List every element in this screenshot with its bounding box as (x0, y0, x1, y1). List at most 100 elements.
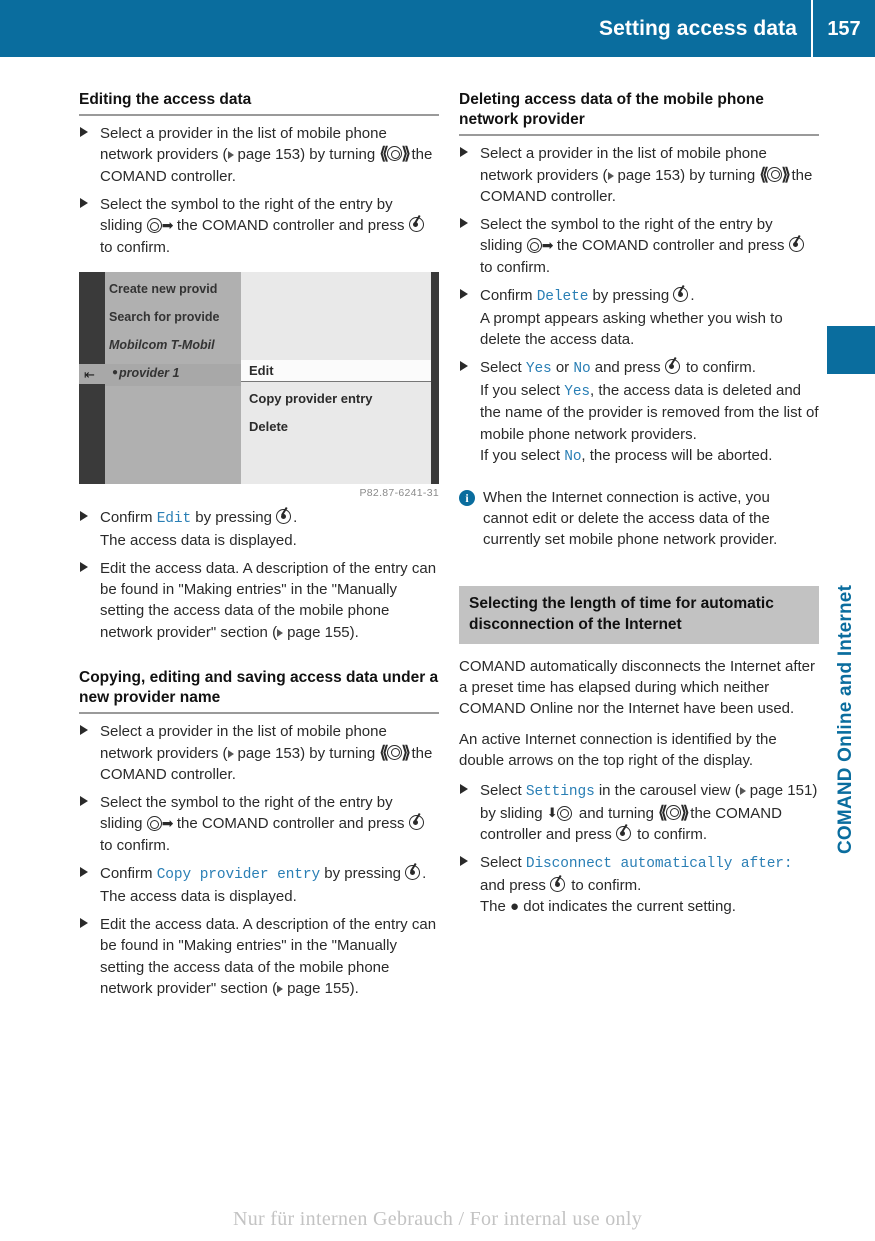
bullet-triangle-icon (460, 289, 468, 300)
page-reference[interactable]: page 155 (287, 980, 350, 997)
list-item: Select a provider in the list of mobile … (79, 123, 439, 187)
heading-editing-access-data: Editing the access data (79, 91, 252, 108)
screenshot-right-bar (431, 271, 439, 484)
page-header: Setting access data 157 (0, 0, 875, 57)
turn-controller-icon: ⟪ ⟫ (658, 802, 690, 822)
list-item: Confirm Copy provider entry by pressing … (79, 862, 439, 907)
heading-auto-disconnect: Selecting the length of time for automat… (459, 586, 819, 644)
bullet-text-post: to confirm. (480, 258, 551, 276)
bullet-triangle-icon (460, 361, 468, 372)
screenshot-list-item-selected: provider 1 (119, 365, 180, 380)
press-controller-icon (664, 357, 682, 375)
bullet-text-post: to confirm. (632, 826, 708, 844)
bullet-text-mid: ) by turning (300, 146, 380, 164)
bullet-text-mid: the COMAND controller and press (172, 815, 409, 833)
bullet-text-mid: the COMAND controller and press (172, 217, 409, 235)
ui-token-copy-provider-entry[interactable]: Copy provider entry (157, 867, 321, 883)
bullet-text-mid: ) by turning (300, 744, 380, 762)
bullet-triangle-icon (80, 198, 88, 209)
list-item: Confirm Delete by pressing . A prompt ap… (459, 285, 819, 350)
back-arrow-icon: ⇤ (84, 366, 95, 382)
subtext-pre: If you select (480, 381, 565, 399)
bullet-text-pre: Confirm (100, 865, 157, 883)
bullet-text-post: to confirm. (567, 876, 642, 894)
subtext-pre: If you select (480, 446, 565, 464)
footer-watermark: Nur für internen Gebrauch / For internal… (232, 1208, 643, 1230)
ui-token-settings[interactable]: Settings (526, 784, 595, 800)
list-item: Edit the access data. A description of t… (79, 558, 439, 643)
bullet-text-mid: the COMAND controller and press (552, 237, 789, 255)
comand-screenshot-figure: ⇤ Create new provid Search for provide M… (79, 271, 439, 499)
page-reference[interactable]: page 155 (287, 624, 350, 641)
press-controller-icon (788, 235, 806, 253)
heading-rule (79, 114, 439, 117)
turn-controller-icon: ⟪ ⟫ (379, 742, 411, 762)
list-item: Select Disconnect automatically after: a… (459, 852, 819, 917)
bullet-text-pre: Confirm (100, 508, 157, 526)
bullet-subtext-no: If you select No, the process will be ab… (480, 445, 819, 468)
turn-controller-icon: ⟪ ⟫ (379, 144, 411, 164)
ui-token-no[interactable]: No (573, 361, 590, 377)
slide-right-controller-icon: ➡ (146, 815, 173, 832)
heading-rule (459, 134, 819, 137)
ui-token-yes[interactable]: Yes (564, 384, 590, 400)
bullet-subtext: A prompt appears asking whether you wish… (480, 309, 783, 348)
paragraph: An active Internet connection is identif… (459, 730, 777, 769)
page-reference[interactable]: page 153 (238, 146, 301, 163)
screenshot-list-item: Mobilcom T-Mobil (109, 337, 215, 352)
bullet-text-mid: by pressing (191, 508, 277, 526)
paragraph: COMAND automatically disconnects the Int… (459, 657, 815, 718)
ui-token-edit[interactable]: Edit (157, 511, 192, 527)
slide-right-controller-icon: ➡ (526, 237, 553, 254)
bullet-subtext: The access data is displayed. (100, 887, 297, 905)
page-reference[interactable]: page 153 (238, 745, 301, 762)
info-icon: i (459, 489, 475, 506)
bullet-text-mid3: and turning (574, 804, 659, 822)
list-item: Select a provider in the list of mobile … (459, 143, 819, 207)
screenshot-menu-item-edit: Edit (249, 362, 274, 378)
bullet-text-post: ). (349, 623, 359, 641)
page-reference[interactable]: page 151 (750, 782, 813, 799)
list-item: Select the symbol to the right of the en… (79, 194, 439, 258)
page-reference[interactable]: page 153 (618, 167, 681, 184)
press-controller-icon (405, 862, 422, 881)
ui-token-delete[interactable]: Delete (537, 289, 589, 305)
bullet-text-post: . (690, 287, 695, 305)
info-note-text: When the Internet connection is active, … (483, 488, 778, 549)
subtext-pre: The (480, 898, 511, 916)
bullet-text-pre: Select (480, 854, 526, 872)
bullet-text-mid: or (551, 359, 574, 377)
subtext-post: , the process will be aborted. (581, 446, 773, 464)
list-item: Select the symbol to the right of the en… (79, 792, 439, 856)
heading-rule (79, 712, 439, 715)
heading-deleting-access-data: Deleting access data of the mobile phone… (459, 91, 764, 129)
list-item: Select the symbol to the right of the en… (459, 214, 819, 278)
press-controller-icon (550, 874, 567, 893)
heading-copying-editing-saving: Copying, editing and saving access data … (79, 668, 439, 707)
ui-token-disconnect-automatically-after[interactable]: Disconnect automatically after: (526, 856, 793, 872)
slide-down-controller-icon: ⬇ (547, 805, 575, 821)
bullet-triangle-icon (80, 867, 88, 878)
slide-right-controller-icon: ➡ (146, 217, 173, 234)
screenshot-left-bar-lower (79, 383, 105, 484)
turn-controller-icon: ⟪ ⟫ (759, 164, 791, 184)
bullet-text-pre: Select (480, 359, 526, 377)
list-item: Select a provider in the list of mobile … (79, 721, 439, 785)
ui-token-yes[interactable]: Yes (526, 361, 552, 377)
bullet-text-mid: in the carousel view ( (594, 782, 740, 800)
ui-token-no[interactable]: No (564, 449, 581, 465)
list-item: Confirm Edit by pressing . The access da… (79, 506, 439, 551)
screenshot-menu-item-copy: Copy provider entry (249, 390, 373, 406)
bullet-text-post: to confirm. (681, 359, 756, 377)
bullet-text-pre: Edit the access data. A description of t… (100, 559, 437, 641)
bullet-triangle-icon (80, 561, 88, 572)
bullet-subtext-yes: If you select Yes, the access data is de… (480, 380, 819, 445)
bullet-text-mid: and press (480, 876, 551, 894)
bullet-text-post: ). (349, 979, 359, 997)
bullet-text-post: . (293, 508, 298, 526)
bullet-subtext: The access data is displayed. (100, 531, 297, 549)
info-note: i When the Internet connection is active… (459, 487, 819, 551)
bullet-text-post: . (422, 865, 427, 883)
bullet-triangle-icon (460, 784, 468, 795)
bullet-triangle-icon (80, 725, 88, 736)
